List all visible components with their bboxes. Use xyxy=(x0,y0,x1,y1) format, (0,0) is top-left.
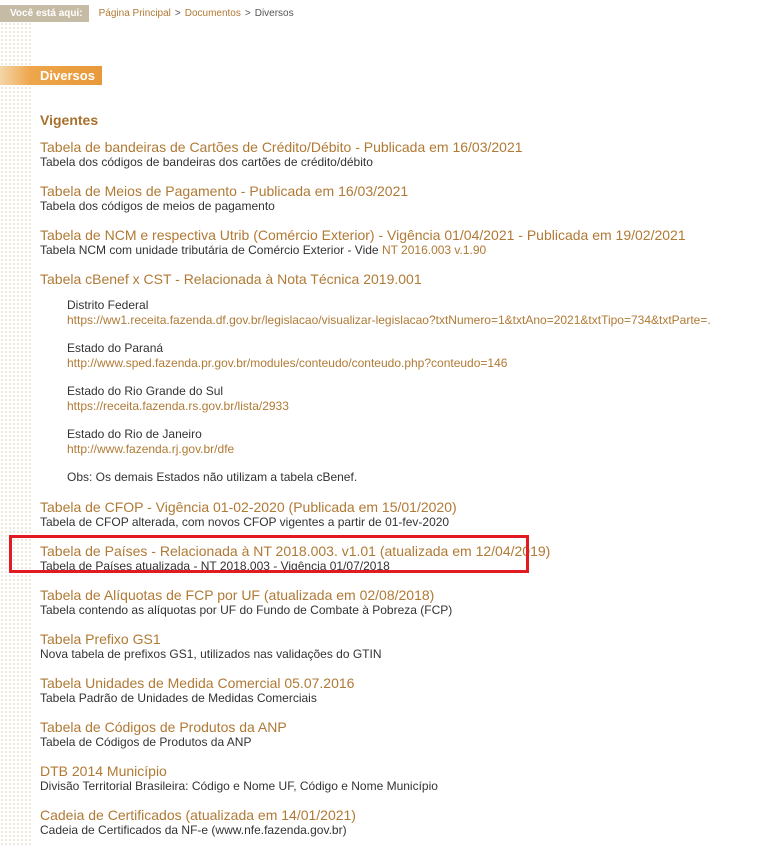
list-item-dtb: DTB 2014 Município Divisão Territorial B… xyxy=(40,763,750,793)
link-tabela-ncm[interactable]: Tabela de NCM e respectiva Utrib (Comérc… xyxy=(40,227,750,243)
list-item-meios-pagamento: Tabela de Meios de Pagamento - Publicada… xyxy=(40,183,750,213)
item-description: Tabela de CFOP alterada, com novos CFOP … xyxy=(40,515,450,529)
item-description: Tabela contendo as alíquotas por UF do F… xyxy=(40,603,453,617)
link-cadeia-certificados[interactable]: Cadeia de Certificados (atualizada em 14… xyxy=(40,807,750,823)
list-item-cfop: Tabela de CFOP - Vigência 01-02-2020 (Pu… xyxy=(40,499,750,529)
state-entry: Estado do Rio Grande do Sul https://rece… xyxy=(67,384,750,414)
cbenef-states-list: Distrito Federal https://ww1.receita.faz… xyxy=(67,298,750,485)
item-description: Tabela NCM com unidade tributária de Com… xyxy=(40,243,750,257)
item-description: Tabela dos códigos de meios de pagamento xyxy=(40,199,275,213)
list-item-certificados: Cadeia de Certificados (atualizada em 14… xyxy=(40,807,750,837)
breadcrumb-separator: > xyxy=(174,8,181,19)
state-label: Estado do Rio de Janeiro xyxy=(67,427,202,441)
list-item-gs1: Tabela Prefixo GS1 Nova tabela de prefix… xyxy=(40,631,750,661)
link-dtb-2014[interactable]: DTB 2014 Município xyxy=(40,763,750,779)
breadcrumb-documentos-link[interactable]: Documentos xyxy=(185,8,241,19)
list-item-cbenef: Tabela cBenef x CST - Relacionada à Nota… xyxy=(40,271,750,485)
link-tabela-anp[interactable]: Tabela de Códigos de Produtos da ANP xyxy=(40,719,750,735)
item-description: Divisão Territorial Brasileira: Código e… xyxy=(40,779,438,793)
item-description: Tabela Padrão de Unidades de Medidas Com… xyxy=(40,691,317,705)
link-nt-2016-003[interactable]: NT 2016.003 v.1.90 xyxy=(382,243,486,257)
item-description: Cadeia de Certificados da NF-e (www.nfe.… xyxy=(40,823,347,837)
list-item-fcp: Tabela de Alíquotas de FCP por UF (atual… xyxy=(40,587,750,617)
list-item-anp: Tabela de Códigos de Produtos da ANP Tab… xyxy=(40,719,750,749)
item-description: Tabela dos códigos de bandeiras dos cart… xyxy=(40,155,373,169)
item-description: Nova tabela de prefixos GS1, utilizados … xyxy=(40,647,382,661)
state-label: Estado do Paraná xyxy=(67,341,164,355)
item-description: Tabela de Códigos de Produtos da ANP xyxy=(40,735,252,749)
dotted-side-decoration xyxy=(0,22,32,847)
state-entry: Estado do Paraná http://www.sped.fazenda… xyxy=(67,341,750,371)
vigentes-heading: Vigentes xyxy=(40,112,99,128)
list-item-ncm: Tabela de NCM e respectiva Utrib (Comérc… xyxy=(40,227,750,257)
link-tabela-meios-pagamento[interactable]: Tabela de Meios de Pagamento - Publicada… xyxy=(40,183,750,199)
breadcrumb-home-link[interactable]: Página Principal xyxy=(99,8,171,19)
list-item-unidades-medida: Tabela Unidades de Medida Comercial 05.0… xyxy=(40,675,750,705)
state-label: Estado do Rio Grande do Sul xyxy=(67,384,224,398)
state-entry: Estado do Rio de Janeiro http://www.faze… xyxy=(67,427,750,457)
state-link-df[interactable]: https://ww1.receita.fazenda.df.gov.br/le… xyxy=(67,313,750,328)
page-title: Diversos xyxy=(40,68,95,83)
ncm-desc-text: Tabela NCM com unidade tributária de Com… xyxy=(40,243,382,257)
link-tabela-unidades-medida[interactable]: Tabela Unidades de Medida Comercial 05.0… xyxy=(40,675,750,691)
state-link-pr[interactable]: http://www.sped.fazenda.pr.gov.br/module… xyxy=(67,356,750,371)
highlight-box xyxy=(9,535,529,573)
breadcrumb-separator: > xyxy=(244,8,251,19)
you-are-here-label: Você está aqui: xyxy=(0,5,89,22)
state-entry: Distrito Federal https://ww1.receita.faz… xyxy=(67,298,750,328)
link-tabela-cfop[interactable]: Tabela de CFOP - Vigência 01-02-2020 (Pu… xyxy=(40,499,750,515)
state-link-rj[interactable]: http://www.fazenda.rj.gov.br/dfe xyxy=(67,442,750,457)
link-tabela-fcp[interactable]: Tabela de Alíquotas de FCP por UF (atual… xyxy=(40,587,750,603)
link-tabela-cbenef[interactable]: Tabela cBenef x CST - Relacionada à Nota… xyxy=(40,271,750,287)
list-item-bandeiras: Tabela de bandeiras de Cartões de Crédit… xyxy=(40,139,750,169)
breadcrumb: Você está aqui: Página Principal > Documen… xyxy=(0,5,760,22)
main-content: Vigentes Tabela de bandeiras de Cartões … xyxy=(40,112,750,851)
link-tabela-gs1[interactable]: Tabela Prefixo GS1 xyxy=(40,631,750,647)
breadcrumb-current: Diversos xyxy=(254,8,294,19)
link-tabela-bandeiras[interactable]: Tabela de bandeiras de Cartões de Crédit… xyxy=(40,139,750,155)
state-label: Distrito Federal xyxy=(67,298,149,312)
cbenef-obs-note: Obs: Os demais Estados não utilizam a ta… xyxy=(67,470,358,484)
state-link-rs[interactable]: https://receita.fazenda.rs.gov.br/lista/… xyxy=(67,399,750,414)
